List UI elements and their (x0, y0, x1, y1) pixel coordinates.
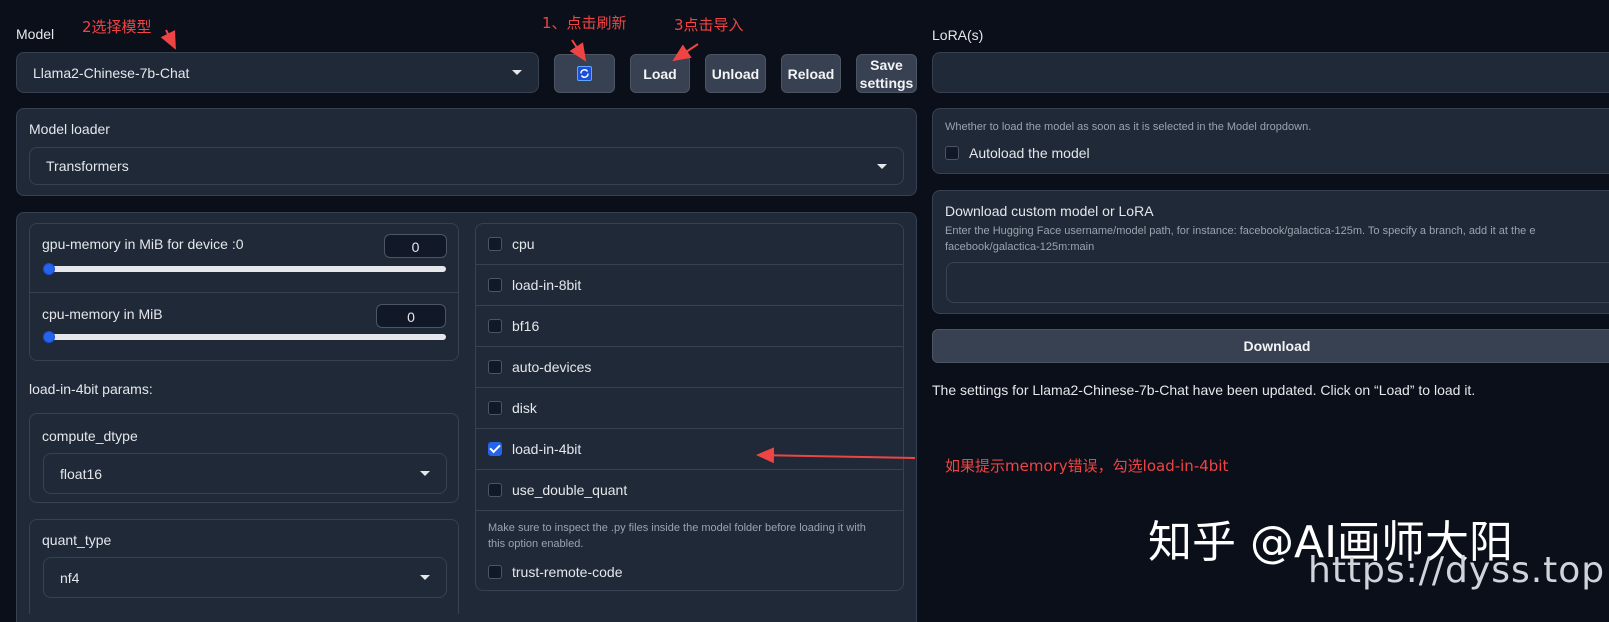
model-loader-dropdown[interactable]: Transformers (29, 147, 904, 185)
model-dropdown[interactable]: Llama2-Chinese-7b-Chat (16, 52, 539, 93)
model-dropdown-value: Llama2-Chinese-7b-Chat (33, 64, 190, 81)
autoload-info: Whether to load the model as soon as it … (945, 121, 1312, 133)
chevron-down-icon (512, 70, 522, 75)
trust-remote-code-note: Make sure to inspect the .py files insid… (488, 520, 898, 552)
checkbox-label: cpu (512, 236, 535, 252)
load-in-4bit-params-heading: load-in-4bit params: (29, 381, 153, 397)
arrow-select-model (160, 29, 176, 50)
checkbox-row-cpu[interactable]: cpu (476, 224, 903, 265)
checkbox-row-auto-devices[interactable]: auto-devices (476, 347, 903, 388)
chevron-down-icon (420, 471, 430, 476)
checkbox-row-load-in-4bit[interactable]: load-in-4bit (476, 429, 903, 470)
watermark-url: https://dyss.top (1308, 550, 1606, 591)
reload-button[interactable]: Reload (781, 54, 841, 93)
checkbox-checked-icon[interactable] (488, 442, 502, 456)
annotation-refresh: 1、点击刷新 (542, 14, 627, 32)
lora-label: LoRA(s) (932, 27, 984, 43)
chevron-down-icon (420, 575, 430, 580)
cpu-memory-input[interactable]: 0 (376, 304, 446, 328)
quant-type-value: nf4 (60, 569, 80, 586)
quant-type-label: quant_type (42, 532, 112, 548)
gpu-memory-slider-handle[interactable] (43, 263, 55, 275)
gpu-memory-input[interactable]: 0 (384, 234, 447, 258)
download-info: Enter the Hugging Face username/model pa… (945, 223, 1535, 255)
checkbox-box[interactable] (488, 360, 502, 374)
checkbox-label: load-in-8bit (512, 277, 582, 293)
checkbox-box[interactable] (488, 278, 502, 292)
checkbox-box[interactable] (488, 565, 502, 579)
download-path-input[interactable] (946, 262, 1609, 303)
checkbox-label: load-in-4bit (512, 441, 582, 457)
download-title: Download custom model or LoRA (945, 203, 1154, 219)
autoload-panel: Whether to load the model as soon as it … (932, 108, 1609, 174)
checkbox-label: bf16 (512, 318, 540, 334)
chevron-down-icon (877, 163, 887, 169)
quant-type-panel: quant_type nf4 (29, 519, 459, 614)
save-settings-line1: Save (870, 56, 903, 73)
refresh-button[interactable] (554, 54, 615, 93)
checkbox-label: disk (512, 400, 537, 416)
trust-remote-code-checkbox[interactable]: trust-remote-code (488, 564, 622, 580)
download-info-line1: Enter the Hugging Face username/model pa… (945, 225, 1536, 237)
checkbox-row-load-in-8bit[interactable]: load-in-8bit (476, 265, 903, 306)
cpu-memory-slider-handle[interactable] (43, 331, 55, 343)
checkbox-box[interactable] (488, 401, 502, 415)
checkbox-label: auto-devices (512, 359, 592, 375)
checkbox-box[interactable] (945, 146, 959, 160)
loader-flags-panel: cpu load-in-8bit bf16 auto-devices disk load-… (475, 223, 904, 591)
compute-dtype-dropdown[interactable]: float16 (43, 453, 447, 494)
refresh-icon (577, 66, 592, 81)
unload-button[interactable]: Unload (705, 54, 766, 93)
checkbox-box[interactable] (488, 237, 502, 251)
annotation-memory-tip: 如果提示memory错误，勾选load-in-4bit (945, 457, 1229, 475)
memory-panel: gpu-memory in MiB for device :0 0 cpu-me… (29, 223, 459, 361)
checkbox-row-bf16[interactable]: bf16 (476, 306, 903, 347)
model-loader-value: Transformers (46, 158, 129, 174)
checkbox-box[interactable] (488, 483, 502, 497)
model-loader-panel: Model loader Transformers (16, 108, 917, 196)
compute-dtype-label: compute_dtype (42, 428, 138, 444)
save-settings-line2: settings (859, 74, 914, 91)
download-panel: Download custom model or LoRA Enter the … (932, 190, 1609, 314)
gpu-memory-slider[interactable] (44, 266, 446, 272)
save-settings-button[interactable]: Save settings (856, 54, 917, 93)
autoload-label: Autoload the model (969, 145, 1090, 161)
cpu-memory-slider[interactable] (44, 334, 446, 340)
model-loader-label: Model loader (29, 121, 110, 137)
checkbox-label: use_double_quant (512, 482, 628, 498)
annotation-select-model: 2选择模型 (82, 18, 152, 36)
compute-dtype-value: float16 (60, 465, 103, 482)
annotation-load: 3点击导入 (674, 16, 744, 34)
trust-note-line2: this option enabled. (488, 538, 584, 550)
model-label: Model (16, 26, 55, 42)
checkbox-list: cpu load-in-8bit bf16 auto-devices disk load-… (476, 224, 903, 511)
download-button[interactable]: Download (932, 329, 1609, 363)
divider (30, 292, 458, 293)
download-info-line2: facebook/galactica-125m:main (945, 241, 1095, 253)
trust-remote-code-label: trust-remote-code (512, 564, 623, 580)
checkbox-row-disk[interactable]: disk (476, 388, 903, 429)
compute-dtype-panel: compute_dtype float16 (29, 413, 459, 503)
gpu-memory-label: gpu-memory in MiB for device :0 (42, 236, 244, 252)
trust-note-line1: Make sure to inspect the .py files insid… (488, 522, 866, 534)
checkbox-row-use_double_quant[interactable]: use_double_quant (476, 470, 903, 511)
status-message: The settings for Llama2-Chinese-7b-Chat … (932, 382, 1476, 398)
quant-type-dropdown[interactable]: nf4 (43, 557, 447, 598)
checkbox-box[interactable] (488, 319, 502, 333)
load-button[interactable]: Load (630, 54, 690, 93)
cpu-memory-label: cpu-memory in MiB (42, 306, 163, 322)
lora-dropdown[interactable] (932, 52, 1609, 93)
autoload-checkbox[interactable]: Autoload the model (945, 145, 1090, 161)
